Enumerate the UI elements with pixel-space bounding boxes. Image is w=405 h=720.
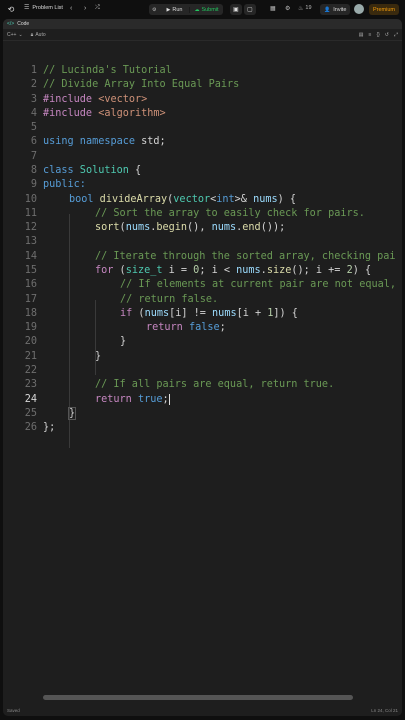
logo-icon[interactable]: ⟲ bbox=[6, 4, 16, 14]
autocomplete-toggle[interactable]: 🔒︎ Auto bbox=[31, 32, 46, 38]
panel-title: Code bbox=[17, 21, 30, 27]
language-select[interactable]: C++ ⌄ bbox=[7, 32, 23, 38]
comment-icon: ▢ bbox=[247, 7, 253, 13]
add-user-icon: 👤 bbox=[324, 6, 331, 13]
horizontal-scrollbar[interactable] bbox=[43, 695, 353, 700]
code-area[interactable]: 1// Lucinda's Tutorial 2// Divide Array … bbox=[3, 41, 402, 691]
code-line: 23// If all pairs are equal, return true… bbox=[24, 379, 335, 390]
problem-list-icon[interactable]: ☰ bbox=[24, 4, 29, 11]
code-line: 26}; bbox=[24, 422, 56, 433]
expand-icon[interactable]: ⤢ bbox=[394, 32, 398, 38]
avatar[interactable] bbox=[354, 4, 364, 14]
code-line: 2// Divide Array Into Equal Pairs bbox=[30, 79, 240, 90]
notes-button[interactable]: ▣ bbox=[230, 4, 242, 15]
code-line: 11// Sort the array to easily check for … bbox=[24, 208, 365, 219]
braces-icon[interactable]: {} bbox=[376, 32, 379, 38]
flame-icon: ♨ bbox=[298, 6, 304, 12]
problem-list-link[interactable]: Problem List bbox=[32, 5, 63, 11]
bookmark-icon[interactable]: ▤ bbox=[359, 32, 364, 38]
code-line: 5 bbox=[30, 122, 37, 133]
prev-problem-icon[interactable]: ‹ bbox=[70, 5, 72, 12]
status-bar: Saved Ln 24, Col 21 bbox=[3, 704, 402, 716]
play-icon: ▶ bbox=[166, 6, 171, 13]
code-line: 25} bbox=[24, 407, 77, 420]
run-label: Run bbox=[172, 6, 183, 13]
reset-icon[interactable]: ↺ bbox=[385, 32, 389, 38]
top-bar: ⟲ ☰ Problem List ‹ › ⤮ ⚙ ▶ Run ☁ Submit … bbox=[0, 0, 405, 19]
premium-label: Premium bbox=[373, 6, 396, 13]
language-value: C++ bbox=[7, 31, 17, 38]
shuffle-icon[interactable]: ⤮ bbox=[95, 5, 100, 12]
submit-label: Submit bbox=[201, 6, 219, 13]
format-icon[interactable]: ≡ bbox=[369, 32, 372, 38]
debug-icon[interactable]: ⚙ bbox=[149, 7, 159, 13]
comment-button[interactable]: ▢ bbox=[244, 4, 256, 15]
code-line: 6 using namespace std; bbox=[30, 136, 166, 147]
code-line: 18 if (nums[i] != nums[i + 1]) { bbox=[24, 308, 298, 319]
code-line: 1// Lucinda's Tutorial bbox=[30, 65, 172, 76]
chevron-down-icon: ⌄ bbox=[18, 31, 23, 38]
notes-icon: ▣ bbox=[233, 7, 239, 13]
cloud-upload-icon: ☁ bbox=[194, 6, 200, 13]
lock-icon: 🔒︎ bbox=[30, 31, 34, 38]
code-line: 3 #include <vector> bbox=[30, 94, 148, 105]
code-line: 20} bbox=[24, 336, 127, 347]
code-line: 17// return false. bbox=[24, 294, 219, 305]
text-cursor bbox=[168, 393, 170, 405]
premium-button[interactable]: Premium bbox=[369, 4, 400, 15]
invite-label: Invite bbox=[333, 6, 347, 13]
save-status: Saved bbox=[7, 707, 20, 713]
code-line: 7 bbox=[30, 151, 37, 162]
code-line: 21} bbox=[24, 351, 102, 362]
code-line: 14// Iterate through the sorted array, c… bbox=[24, 251, 396, 262]
code-line: 22 bbox=[24, 365, 37, 376]
code-line: 16// If elements at current pair are not… bbox=[24, 279, 397, 290]
run-controls: ⚙ ▶ Run ☁ Submit bbox=[149, 4, 223, 15]
code-line: 8 class Solution { bbox=[30, 165, 142, 176]
panel-header: </> Code bbox=[3, 19, 402, 29]
code-line-current: 24 return true; bbox=[24, 393, 170, 405]
streak-count: 19 bbox=[305, 5, 312, 11]
mode-value: Auto bbox=[35, 31, 46, 38]
code-line: 12 sort(nums.begin(), nums.end()); bbox=[24, 222, 286, 233]
layout-icon[interactable]: ▦ bbox=[270, 5, 276, 12]
code-line: 19 return false; bbox=[24, 322, 226, 333]
code-line: 13 bbox=[24, 236, 37, 247]
code-line: 15 for (size_t i = 0; i < nums.size(); i … bbox=[24, 265, 372, 276]
settings-icon[interactable]: ⚙ bbox=[285, 5, 290, 12]
cursor-position: Ln 24, Col 21 bbox=[371, 707, 398, 713]
code-line: 4 #include <algorithm> bbox=[30, 108, 166, 119]
submit-button[interactable]: ☁ Submit bbox=[189, 6, 222, 13]
run-button[interactable]: ▶ Run bbox=[162, 7, 186, 13]
streak-counter[interactable]: ♨ 19 bbox=[298, 5, 312, 12]
invite-button[interactable]: 👤 Invite bbox=[320, 4, 351, 15]
editor-toolbar: C++ ⌄ 🔒︎ Auto ▤ ≡ {} ↺ ⤢ bbox=[3, 29, 402, 41]
code-line: 10 bool divideArray(vector<int>& nums) { bbox=[24, 194, 297, 205]
code-editor-panel: </> Code C++ ⌄ 🔒︎ Auto ▤ ≡ {} ↺ ⤢ 1// Lu… bbox=[3, 19, 402, 716]
code-line: 9 public: bbox=[30, 179, 86, 190]
next-problem-icon[interactable]: › bbox=[84, 5, 86, 12]
code-tab-icon: </> bbox=[7, 21, 15, 27]
